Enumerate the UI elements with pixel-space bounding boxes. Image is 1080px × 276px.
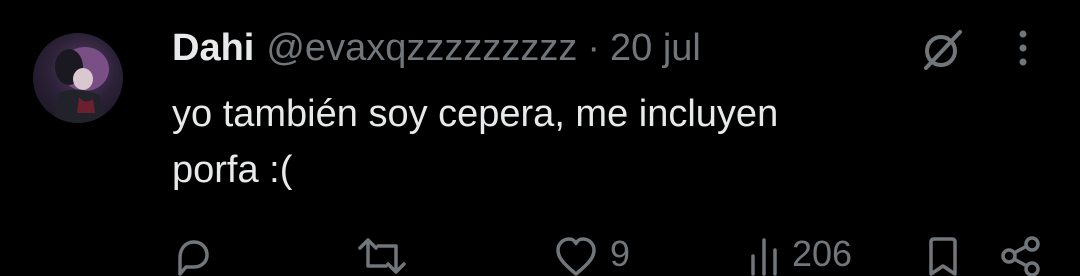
share-icon [1001,236,1040,276]
reply-button[interactable] [172,236,224,276]
views-count: 206 [792,233,853,274]
tweet-date[interactable]: 20 jul [610,24,701,72]
grok-icon[interactable] [918,28,966,72]
tweet-text: yo también soy cepera, me incluyen porfa… [172,93,779,191]
bookmark-button[interactable] [926,236,960,276]
bookmark-icon [929,237,957,276]
separator-dot: · [587,27,600,69]
like-count: 9 [610,233,631,274]
views-button[interactable]: 206 [748,236,852,276]
tweet-header: Dahi @evaxqzzzzzzzzz · 20 jul [172,24,701,72]
like-button[interactable]: 9 [554,236,630,276]
retweet-button[interactable] [356,236,420,276]
retweet-icon [358,238,406,274]
views-chart-icon [751,238,777,276]
share-button[interactable] [1000,236,1042,276]
more-options-icon[interactable] [1012,28,1034,68]
avatar-image [53,47,109,123]
reply-icon [178,240,209,276]
heart-icon [556,237,596,276]
author-handle[interactable]: @evaxqzzzzzzzzz [266,24,577,72]
avatar[interactable] [33,33,123,123]
author-display-name[interactable]: Dahi [172,24,254,72]
